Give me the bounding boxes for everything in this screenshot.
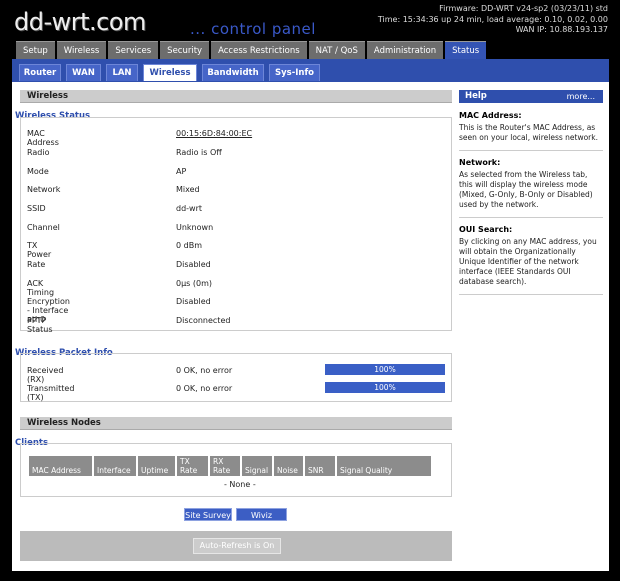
clients-header-row: MAC Address Interface Uptime TX Rate RX …: [29, 456, 431, 476]
status-label: Network: [27, 185, 61, 194]
clients-empty-text: - None -: [224, 480, 256, 489]
main-tabs: Setup Wireless Services Security Access …: [16, 41, 488, 59]
subtab-wan[interactable]: WAN: [66, 64, 101, 81]
status-value: Disconnected: [176, 316, 231, 325]
help-block: OUI Search: By clicking on any MAC addre…: [459, 218, 603, 295]
packet-label: Received (RX): [27, 366, 64, 384]
wan-ip-text: WAN IP: 10.88.193.137: [515, 25, 608, 34]
rx-progress-bar: 100%: [325, 364, 445, 375]
help-block-title: MAC Address:: [459, 111, 522, 120]
status-label: TX Power: [27, 241, 52, 259]
tab-security[interactable]: Security: [160, 41, 210, 59]
status-label: ACK Timing: [27, 279, 55, 297]
packet-value: 0 OK, no error: [176, 366, 233, 375]
mac-address-link[interactable]: 00:15:6D:84:00:EC: [176, 129, 252, 138]
help-header: Help more...: [459, 90, 603, 103]
subtab-wireless[interactable]: Wireless: [143, 64, 197, 81]
subtab-lan[interactable]: LAN: [106, 64, 138, 81]
help-panel: Help more... MAC Address: This is the Ro…: [459, 90, 603, 295]
sub-tabs-bar: Router WAN LAN Wireless Bandwidth Sys-In…: [12, 59, 609, 82]
status-value: 0 dBm: [176, 241, 202, 250]
tab-administration[interactable]: Administration: [366, 41, 444, 59]
help-block: MAC Address: This is the Router's MAC Ad…: [459, 103, 603, 151]
packet-label: Transmitted (TX): [27, 384, 75, 402]
wiviz-survey-button[interactable]: Wiviz survey: [236, 508, 287, 533]
router-info: Firmware: DD-WRT v24-sp2 (03/23/11) std …: [378, 4, 608, 36]
clients-table: MAC Address Interface Uptime TX Rate RX …: [29, 456, 431, 476]
status-label: MAC Address: [27, 129, 59, 147]
help-block-text: By clicking on any MAC address, you will…: [459, 237, 597, 286]
status-value: dd-wrt: [176, 204, 203, 213]
subtab-sys-info[interactable]: Sys-Info: [269, 64, 320, 81]
tab-access-restrictions[interactable]: Access Restrictions: [211, 41, 307, 59]
section-title-wireless-nodes: Wireless Nodes: [20, 417, 452, 430]
status-value: 0µs (0m): [176, 279, 213, 288]
ddwrt-logo[interactable]: dd-wrt.com: [14, 8, 146, 36]
status-value: Unknown: [176, 223, 214, 232]
status-value: AP: [176, 167, 187, 176]
tab-services[interactable]: Services: [108, 41, 159, 59]
status-label: PPTP Status: [27, 316, 53, 334]
status-label: Radio: [27, 148, 50, 157]
status-label: Rate: [27, 260, 46, 269]
col-mac-address: MAC Address: [29, 456, 94, 476]
help-block-title: Network:: [459, 158, 501, 167]
subtab-router[interactable]: Router: [19, 64, 61, 81]
col-snr: SNR: [304, 456, 337, 476]
status-value: Mixed: [176, 185, 200, 194]
col-interface: Interface: [93, 456, 138, 476]
tab-wireless[interactable]: Wireless: [56, 41, 107, 59]
help-more-link[interactable]: more...: [567, 90, 595, 103]
help-block-text: This is the Router's MAC Address, as see…: [459, 123, 598, 142]
wireless-status-fieldset: [20, 117, 452, 331]
packet-value: 0 OK, no error: [176, 384, 233, 393]
col-noise: Noise: [273, 456, 305, 476]
subtab-bandwidth[interactable]: Bandwidth: [202, 64, 264, 81]
status-label: Channel: [27, 223, 60, 232]
help-block-text: As selected from the Wireless tab, this …: [459, 170, 593, 209]
status-label: SSID: [27, 204, 46, 213]
col-rx-rate: RX Rate: [209, 456, 242, 476]
help-block: Network: As selected from the Wireless t…: [459, 151, 603, 218]
tab-status[interactable]: Status: [445, 41, 487, 59]
firmware-text: Firmware: DD-WRT v24-sp2 (03/23/11) std: [439, 4, 608, 13]
content-panel: Wireless Wireless Status MAC Address 00:1…: [12, 82, 609, 571]
status-value: Disabled: [176, 260, 211, 269]
site-survey-button[interactable]: Site Survey: [184, 508, 232, 521]
control-panel-tagline: ... control panel: [190, 20, 316, 38]
col-tx-rate: TX Rate: [176, 456, 210, 476]
tab-setup[interactable]: Setup: [16, 41, 55, 59]
status-label: Mode: [27, 167, 49, 176]
packet-info-fieldset: [20, 353, 452, 402]
col-signal-quality: Signal Quality: [336, 456, 431, 476]
tab-nat-qos[interactable]: NAT / QoS: [308, 41, 365, 59]
col-uptime: Uptime: [137, 456, 177, 476]
auto-refresh-button[interactable]: Auto-Refresh is On: [193, 538, 281, 554]
uptime-text: Time: 15:34:36 up 24 min, load average: …: [377, 14, 608, 24]
tx-progress-bar: 100%: [325, 382, 445, 393]
status-value: Disabled: [176, 297, 211, 306]
header: dd-wrt.com ... control panel Firmware: D…: [0, 0, 620, 40]
col-signal: Signal: [241, 456, 274, 476]
status-value: Radio is Off: [176, 148, 222, 157]
help-block-title: OUI Search:: [459, 225, 513, 234]
help-title: Help: [465, 91, 487, 101]
section-title-wireless: Wireless: [20, 90, 452, 103]
